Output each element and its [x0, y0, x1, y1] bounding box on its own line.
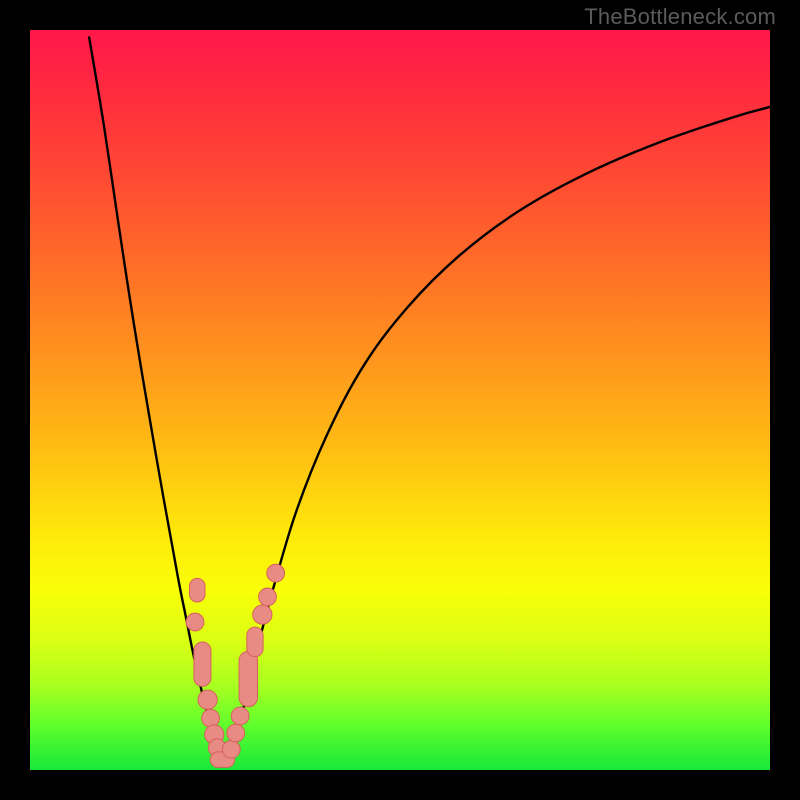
- data-markers: [186, 564, 284, 767]
- data-marker: [189, 578, 205, 602]
- data-marker: [202, 709, 220, 727]
- data-marker: [198, 690, 217, 709]
- data-marker: [259, 588, 277, 606]
- chart-frame: TheBottleneck.com: [0, 0, 800, 800]
- data-marker: [222, 740, 240, 758]
- plot-area: [30, 30, 770, 770]
- data-marker: [186, 613, 204, 631]
- data-marker: [239, 651, 257, 707]
- data-marker: [231, 707, 249, 725]
- data-marker: [247, 627, 263, 657]
- data-marker: [194, 642, 211, 686]
- chart-svg: [30, 30, 770, 770]
- data-marker: [267, 564, 285, 582]
- curve-right-branch: [226, 107, 770, 763]
- watermark-text: TheBottleneck.com: [584, 4, 776, 30]
- data-marker: [253, 605, 272, 624]
- data-marker: [227, 724, 245, 742]
